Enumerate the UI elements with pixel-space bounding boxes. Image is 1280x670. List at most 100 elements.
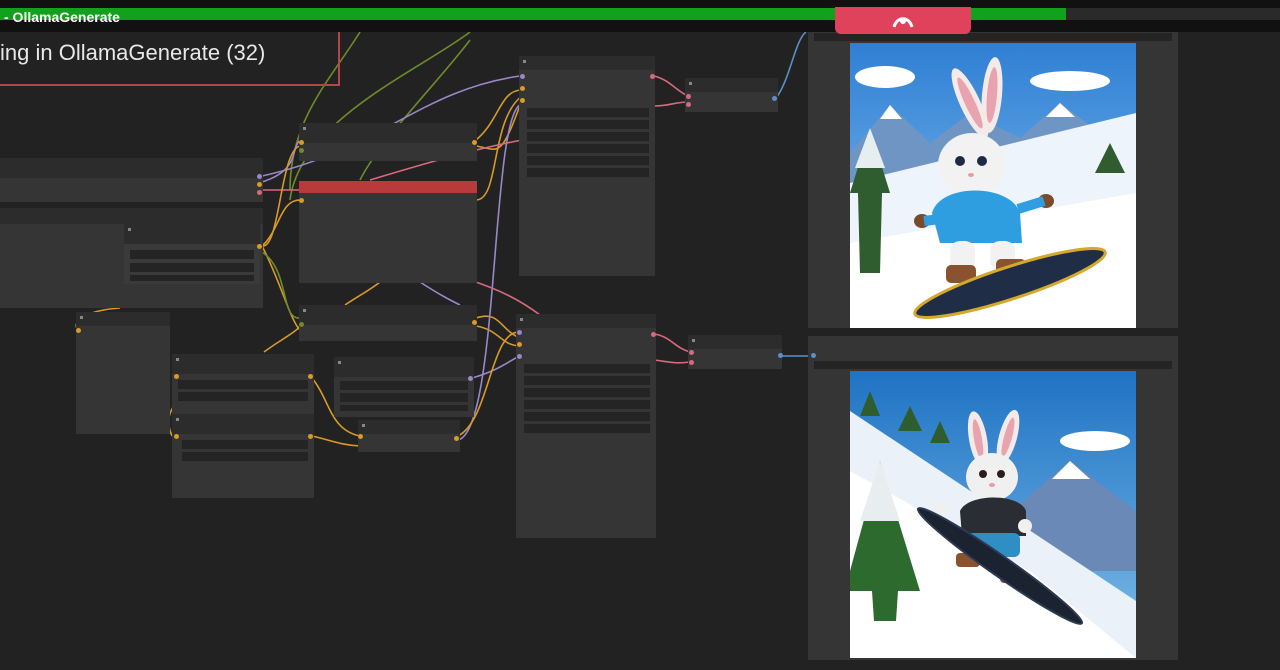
input-port[interactable] — [520, 86, 525, 91]
input-port[interactable] — [520, 74, 525, 79]
widget-row[interactable] — [527, 120, 649, 129]
widget-row[interactable] — [178, 392, 308, 401]
node-ksampler-1[interactable] — [519, 56, 655, 276]
output-image-2[interactable] — [850, 371, 1136, 658]
node-prompt[interactable] — [299, 123, 477, 161]
node-header[interactable] — [172, 354, 314, 374]
output-port[interactable] — [772, 96, 777, 101]
input-port[interactable] — [358, 434, 363, 439]
node-header[interactable] — [76, 312, 170, 326]
node-header[interactable] — [0, 208, 263, 224]
node-ollama-generate[interactable] — [299, 181, 477, 283]
output-port[interactable] — [778, 353, 783, 358]
node-settings[interactable] — [124, 224, 260, 284]
input-port[interactable] — [299, 198, 304, 203]
top-bar: - OllamaGenerate — [0, 0, 1280, 32]
output-port[interactable] — [472, 140, 477, 145]
widget-row[interactable] — [130, 263, 254, 272]
node-header[interactable] — [124, 224, 260, 244]
input-port[interactable] — [76, 328, 81, 333]
widget-row[interactable] — [527, 108, 649, 117]
node-header[interactable] — [516, 314, 656, 328]
node-vae-decode-2[interactable] — [688, 335, 782, 369]
widget-row[interactable] — [524, 376, 650, 385]
widget-row[interactable] — [178, 380, 308, 389]
node-sampler-a[interactable] — [172, 354, 314, 418]
widget-row[interactable] — [524, 388, 650, 397]
node-ksampler-2[interactable] — [516, 314, 656, 538]
node-header[interactable] — [685, 78, 778, 92]
node-graph-canvas[interactable]: - OllamaGenerate ing in OllamaGenerate (… — [0, 0, 1280, 670]
widget-row[interactable] — [130, 250, 254, 259]
widget-row[interactable] — [130, 275, 254, 281]
node-header[interactable] — [172, 414, 314, 434]
output-port[interactable] — [472, 320, 477, 325]
widget-row[interactable] — [524, 424, 650, 433]
output-port[interactable] — [308, 374, 313, 379]
widget-row[interactable] — [340, 393, 468, 402]
wire — [311, 435, 361, 447]
output-image-1[interactable] — [850, 43, 1136, 328]
output-port[interactable] — [651, 332, 656, 337]
widget-row[interactable] — [527, 144, 649, 153]
output-port[interactable] — [468, 376, 473, 381]
node-latent[interactable] — [76, 312, 170, 434]
node-sampler-b[interactable] — [172, 414, 314, 498]
widget-row[interactable] — [182, 452, 308, 461]
input-port[interactable] — [299, 148, 304, 153]
input-port[interactable] — [299, 140, 304, 145]
node-header-error[interactable] — [299, 181, 477, 193]
node-encode[interactable] — [299, 305, 477, 341]
node-header[interactable] — [299, 123, 477, 143]
banner-text: ing in OllamaGenerate (32) — [0, 40, 266, 65]
widget-row[interactable] — [527, 132, 649, 141]
wire — [469, 279, 541, 316]
wire — [475, 89, 523, 141]
input-port[interactable] — [811, 353, 816, 358]
input-port[interactable] — [689, 360, 694, 365]
widget-row[interactable] — [340, 405, 468, 411]
input-port[interactable] — [299, 322, 304, 327]
widget-row[interactable] — [524, 412, 650, 421]
node-vae-decode-1[interactable] — [685, 78, 778, 112]
widget-row[interactable] — [524, 400, 650, 409]
input-port[interactable] — [517, 354, 522, 359]
widget-row[interactable] — [182, 440, 308, 449]
wire — [775, 31, 807, 99]
output-port[interactable] — [454, 436, 459, 441]
output-port[interactable] — [257, 174, 262, 179]
node-header[interactable] — [688, 335, 782, 349]
node-options[interactable] — [334, 357, 474, 417]
output-port[interactable] — [308, 434, 313, 439]
wire — [653, 101, 689, 107]
input-port[interactable] — [517, 342, 522, 347]
widget-row[interactable] — [527, 168, 649, 177]
input-port[interactable] — [174, 374, 179, 379]
input-port[interactable] — [686, 102, 691, 107]
node-header[interactable] — [519, 56, 655, 70]
output-port[interactable] — [257, 182, 262, 187]
input-port[interactable] — [517, 330, 522, 335]
node-seed[interactable] — [358, 420, 460, 452]
wire — [653, 359, 691, 364]
panel-header-bar — [814, 33, 1172, 41]
node-header[interactable] — [299, 305, 477, 325]
widget-row[interactable] — [527, 156, 649, 165]
node-header[interactable] — [0, 158, 263, 178]
output-port[interactable] — [257, 190, 262, 195]
input-port[interactable] — [174, 434, 179, 439]
input-port[interactable] — [686, 94, 691, 99]
wire — [263, 324, 301, 353]
input-port[interactable] — [689, 350, 694, 355]
widget-row[interactable] — [340, 381, 468, 390]
node-header[interactable] — [334, 357, 474, 377]
output-port[interactable] — [650, 74, 655, 79]
node-loader[interactable] — [0, 158, 263, 202]
output-port[interactable] — [257, 244, 262, 249]
node-header[interactable] — [358, 420, 460, 434]
widget-row[interactable] — [524, 364, 650, 373]
input-port[interactable] — [520, 98, 525, 103]
queue-button[interactable] — [835, 7, 971, 34]
wave-icon — [892, 16, 914, 28]
wire — [261, 251, 301, 319]
